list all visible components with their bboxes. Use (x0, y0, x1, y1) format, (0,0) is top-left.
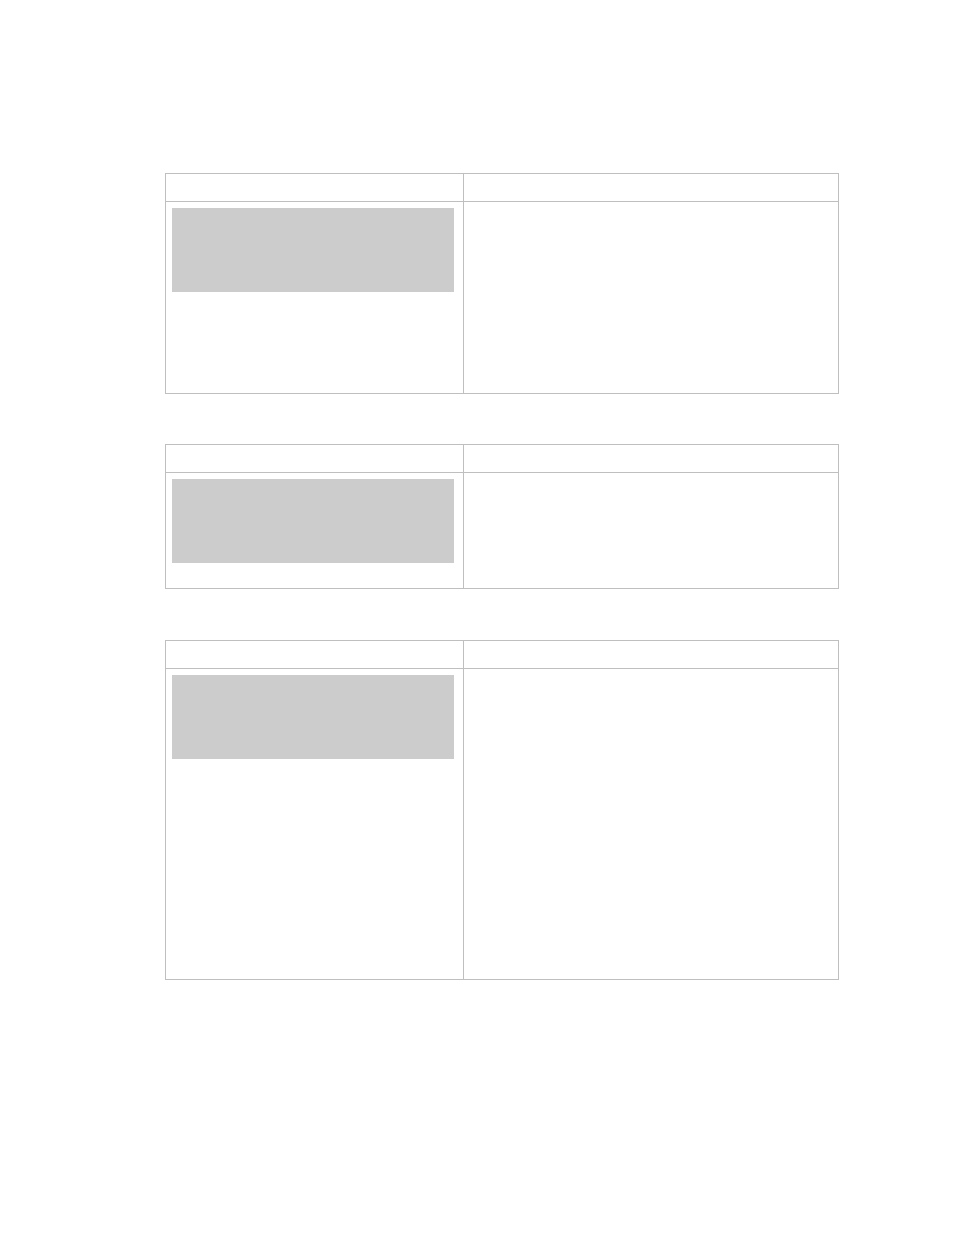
table-3-cell-left (166, 669, 464, 980)
table-2-cell-right (464, 473, 839, 589)
table-2-gray-block (172, 479, 454, 563)
table-2-header-right (464, 445, 839, 473)
table-3-header-right (464, 641, 839, 669)
table-1-cell-right (464, 202, 839, 394)
table-1-header-left (166, 174, 464, 202)
table-2-cell-left (166, 473, 464, 589)
table-2 (165, 444, 839, 589)
table-1-cell-left (166, 202, 464, 394)
table-3-gray-block (172, 675, 454, 759)
table-3 (165, 640, 839, 980)
page (0, 0, 954, 1235)
table-1-gray-block (172, 208, 454, 292)
table-3-cell-right (464, 669, 839, 980)
table-1 (165, 173, 839, 394)
table-2-header-left (166, 445, 464, 473)
table-3-header-left (166, 641, 464, 669)
table-1-header-right (464, 174, 839, 202)
